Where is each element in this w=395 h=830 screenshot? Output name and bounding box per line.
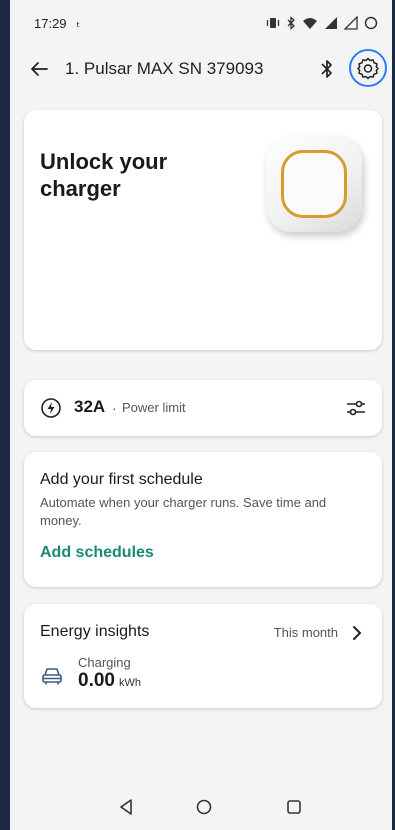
energy-insights-card[interactable]: Energy insights This month Charging 0.00… bbox=[24, 604, 382, 708]
settings-gear-icon bbox=[357, 57, 379, 80]
back-button[interactable] bbox=[24, 54, 54, 84]
settings-button[interactable] bbox=[349, 49, 387, 87]
power-separator: · bbox=[112, 400, 117, 416]
vibrate-icon bbox=[266, 18, 280, 28]
charger-ring bbox=[281, 150, 347, 218]
nav-back-icon[interactable] bbox=[117, 797, 137, 817]
app-screen: 17:29 ₜ 1. Pulsar MAX SN 379093 Unlock y… bbox=[10, 0, 392, 830]
bluetooth-status-icon bbox=[287, 16, 295, 30]
energy-charging-label: Charging bbox=[78, 655, 131, 670]
device-title: 1. Pulsar MAX SN 379093 bbox=[65, 59, 264, 78]
signal-empty-icon bbox=[344, 16, 358, 30]
schedule-card: Add your first schedule Automate when yo… bbox=[24, 452, 382, 587]
status-bar: 17:29 ₜ bbox=[10, 0, 392, 46]
schedule-description: Automate when your charger runs. Save ti… bbox=[40, 495, 327, 528]
nav-home-icon[interactable] bbox=[194, 797, 214, 817]
energy-unit: kWh bbox=[118, 677, 141, 689]
power-limit-label: Power limit bbox=[122, 400, 186, 415]
battery-icon bbox=[364, 16, 378, 30]
power-bolt-icon bbox=[41, 398, 61, 418]
energy-insights-title: Energy insights bbox=[40, 623, 150, 640]
schedule-title: Add your first schedule bbox=[40, 471, 203, 488]
chevron-right-icon[interactable] bbox=[346, 622, 368, 644]
signal-icon bbox=[325, 17, 337, 29]
unlock-title: Unlock your charger bbox=[40, 149, 168, 201]
nav-recents-icon[interactable] bbox=[284, 797, 304, 817]
status-icons bbox=[266, 16, 378, 30]
add-schedules-link[interactable]: Add schedules bbox=[40, 544, 154, 562]
bluetooth-button[interactable] bbox=[312, 54, 342, 84]
system-nav-bar bbox=[10, 785, 392, 830]
car-icon bbox=[42, 668, 62, 685]
bluetooth-icon bbox=[321, 60, 332, 78]
energy-value-row: 0.00 kWh bbox=[78, 670, 141, 692]
wifi-icon bbox=[303, 18, 317, 29]
power-limit-value: 32A bbox=[74, 397, 106, 416]
energy-period[interactable]: This month bbox=[274, 625, 338, 640]
energy-value: 0.00 bbox=[78, 670, 115, 691]
power-limit-card[interactable]: 32A · Power limit bbox=[24, 380, 382, 436]
sliders-icon[interactable] bbox=[344, 396, 368, 420]
charger-image bbox=[266, 136, 362, 232]
app-bar: 1. Pulsar MAX SN 379093 bbox=[10, 46, 392, 92]
back-arrow-icon bbox=[31, 62, 48, 76]
status-network-icon: ₜ bbox=[76, 16, 81, 30]
unlock-charger-card[interactable]: Unlock your charger bbox=[24, 110, 382, 350]
status-time: 17:29 bbox=[34, 15, 67, 31]
